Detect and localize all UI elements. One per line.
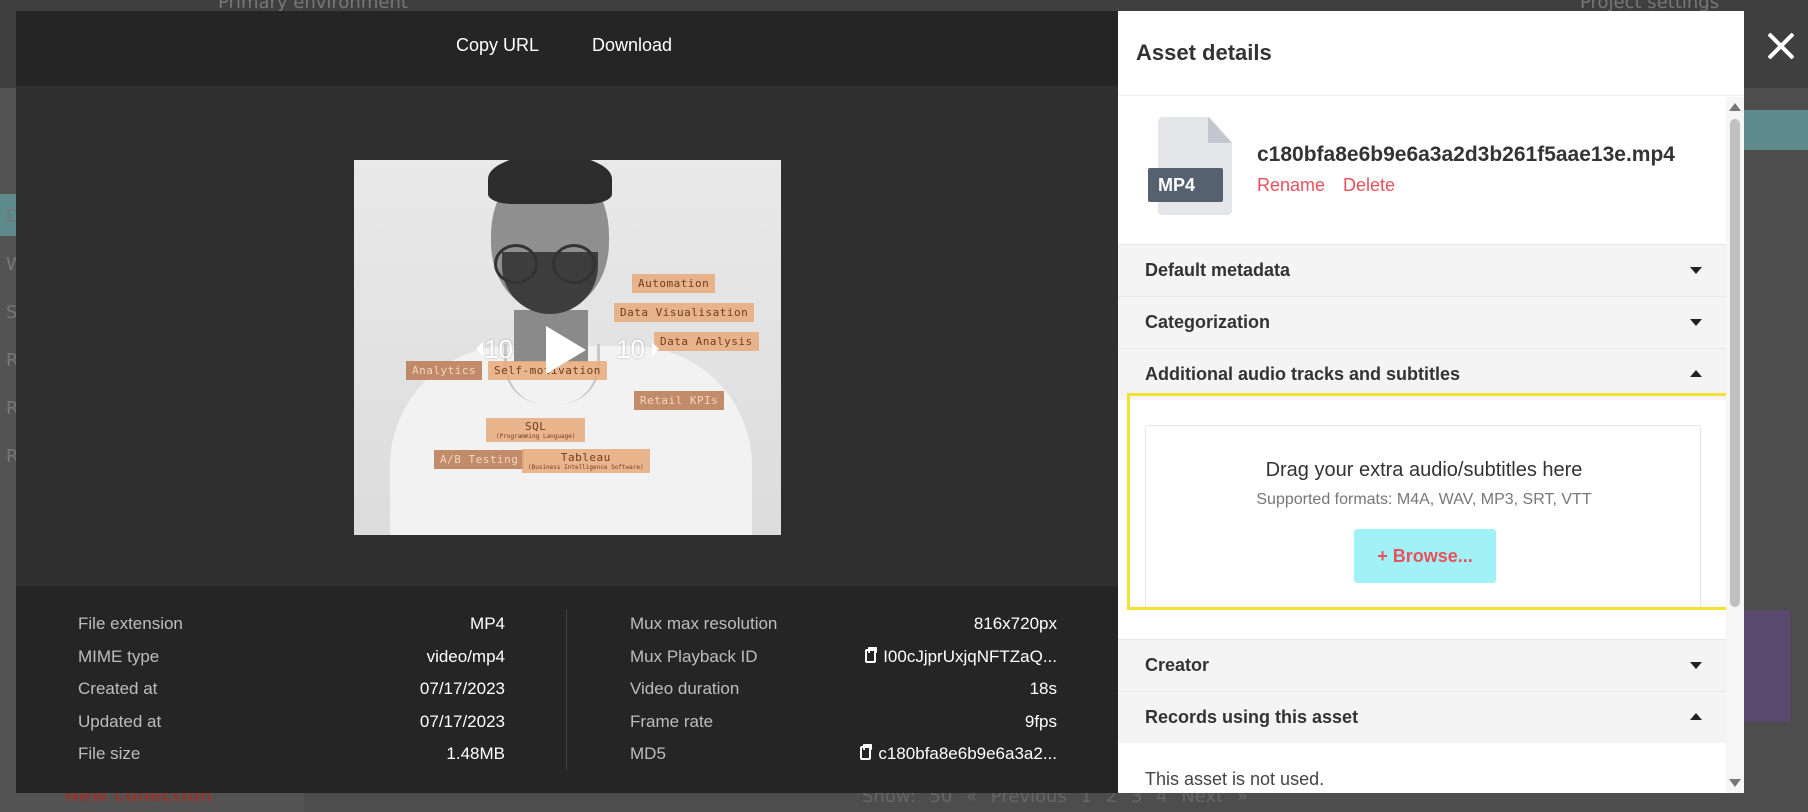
video-tag-title: Tableau [560,451,611,464]
info-label: File size [78,744,141,763]
info-row-mux-max-resolution: Mux max resolution 816x720px [630,614,1057,647]
background-action-button [1740,110,1808,150]
background-card [1742,610,1790,722]
file-info-panel: File extension MP4 MIME type video/mp4 C… [16,586,1118,793]
info-label: Updated at [78,711,162,731]
section-categorization[interactable]: Categorization [1118,296,1726,348]
info-value: 816x720px [973,614,1057,633]
copy-url-button[interactable]: Copy URL [456,35,539,56]
section-label: Records using this asset [1145,707,1359,727]
scroll-up-icon[interactable] [1729,103,1741,111]
video-tag: Data Visualisation [614,303,755,322]
section-default-metadata[interactable]: Default metadata [1118,244,1726,296]
asset-details-panel: Asset details MP4 c180bfa8e6b9e6a3a2d3b2… [1118,11,1744,793]
info-value: 07/17/2023 [419,679,505,698]
video-tag: Tableau (Business Intelligence Software) [522,449,650,473]
video-tag: Data Analysis [654,332,759,351]
info-value: video/mp4 [426,646,505,666]
video-tag-title: SQL [525,420,547,433]
download-button[interactable]: Download [592,35,672,56]
video-tag: Retail KPIs [634,391,725,410]
preview-area: Automation Data Visualisation Data Analy… [16,86,1118,596]
video-tag-subtitle: (Programming Language) [496,433,576,440]
chevron-up-icon [1690,713,1702,720]
close-icon[interactable] [1763,28,1799,64]
info-value: I00cJjprUxjqNFTZaQ... [883,646,1057,666]
clipboard-icon [865,646,878,663]
file-name: c180bfa8e6b9e6a3a2d3b261f5aae13e.mp4 [1257,143,1675,166]
video-player[interactable]: Automation Data Visualisation Data Analy… [354,160,781,535]
chevron-down-icon [1690,662,1702,669]
info-row-mime-type: MIME type video/mp4 [78,647,505,680]
section-label: Categorization [1145,312,1271,332]
video-tag: SQL (Programming Language) [486,418,586,442]
copy-md5-button[interactable]: c180bfa8e6b9e6a3a2... [860,744,1057,764]
info-label: MD5 [630,744,666,763]
chevron-up-icon [1690,370,1702,377]
scroll-down-icon[interactable] [1729,779,1741,787]
scrollbar-thumb[interactable] [1730,119,1740,607]
highlight-box [1127,393,1741,610]
forward-arrow-icon [652,342,659,356]
info-label: MIME type [78,646,160,666]
forward-10-button[interactable]: 10 [616,334,645,365]
info-label: Mux max resolution [630,614,778,633]
section-label: Creator [1145,655,1210,675]
asset-modal: Copy URL Download Automation Data Visual… [16,11,1118,793]
asset-not-used-text: This asset is not used. [1145,769,1325,789]
video-frame-glasses-right [552,244,596,284]
info-value: c180bfa8e6b9e6a3a2... [878,744,1057,763]
file-type-label: MP4 [1148,168,1223,202]
info-label: Created at [78,679,158,698]
info-label: Frame rate [630,711,714,731]
info-row-created-at: Created at 07/17/2023 [78,679,505,712]
section-label: Default metadata [1145,260,1291,280]
chevron-down-icon [1690,267,1702,274]
info-label: Mux Playback ID [630,646,758,666]
delete-link[interactable]: Delete [1343,175,1395,196]
info-row-video-duration: Video duration 18s [630,679,1057,712]
rewind-arrow-icon [476,342,483,356]
info-label: File extension [78,614,183,633]
clipboard-icon [860,744,873,760]
info-row-file-size: File size 1.48MB [78,744,505,777]
section-label: Additional audio tracks and subtitles [1145,364,1461,384]
info-row-mux-playback-id: Mux Playback ID I00cJjprUxjqNFTZaQ... [630,646,1057,680]
video-tag: Automation [632,274,716,293]
chevron-down-icon [1690,319,1702,326]
info-row-frame-rate: Frame rate 9fps [630,712,1057,745]
info-value: 18s [1029,679,1057,698]
rewind-10-button[interactable]: 10 [484,334,513,365]
info-value: 07/17/2023 [419,711,505,731]
rename-link[interactable]: Rename [1257,175,1325,196]
info-value: 9fps [1024,711,1057,731]
info-divider [566,610,567,770]
copy-playback-id-button[interactable]: I00cJjprUxjqNFTZaQ... [865,646,1057,667]
video-frame-hair [488,160,612,204]
file-info-left: File extension MP4 MIME type video/mp4 C… [78,614,505,777]
video-tag: A/B Testing [434,450,525,469]
section-creator[interactable]: Creator [1118,639,1726,691]
info-value: 1.48MB [446,744,505,763]
play-icon[interactable] [546,326,586,374]
info-row-md5: MD5 c180bfa8e6b9e6a3a2... [630,744,1057,777]
info-label: Video duration [630,679,740,698]
file-info-right: Mux max resolution 816x720px Mux Playbac… [630,614,1057,777]
file-type-icon: MP4 [1148,117,1232,215]
info-row-file-extension: File extension MP4 [78,614,505,647]
video-tag-subtitle: (Business Intelligence Software) [528,464,644,471]
info-row-updated-at: Updated at 07/17/2023 [78,712,505,745]
section-records-using-asset[interactable]: Records using this asset [1118,691,1726,743]
video-tag: Analytics [406,361,483,380]
panel-header: Asset details [1118,11,1744,96]
video-frame-glasses-left [494,244,538,284]
modal-toolbar: Copy URL Download [16,11,1118,86]
info-value: MP4 [470,614,505,633]
panel-title: Asset details [1136,40,1272,65]
